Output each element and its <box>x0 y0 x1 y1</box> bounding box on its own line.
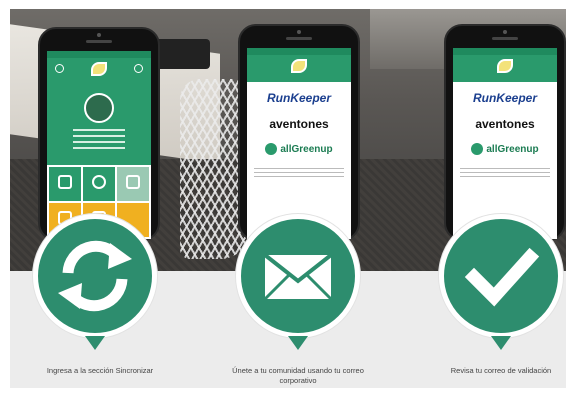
app-header <box>453 48 557 82</box>
tile-sync[interactable] <box>83 167 115 201</box>
allgreenup-logo-text: allGreenup <box>280 144 333 155</box>
aventones-logo-text: aventones <box>475 117 535 131</box>
fine-print <box>460 168 550 180</box>
fine-print <box>254 168 344 180</box>
earpiece <box>86 40 112 43</box>
phone-screen: RunKeeper aventones allGreenup <box>453 48 557 239</box>
tile-recycle[interactable] <box>49 167 81 201</box>
aventones-logo[interactable]: aventones <box>251 114 347 134</box>
sync-icon <box>92 175 106 189</box>
front-camera <box>297 30 301 34</box>
step-sync-bubble <box>33 214 157 350</box>
earpiece <box>492 37 518 40</box>
step-caption-verify: Revisa tu correo de validación <box>450 366 552 375</box>
phone-screen: RunKeeper aventones allGreenup <box>247 48 351 239</box>
allgreenup-icon <box>265 143 278 156</box>
checkmark-icon <box>464 247 540 307</box>
step-envelope-bubble <box>236 214 360 350</box>
allgreenup-logo[interactable]: allGreenup <box>251 140 347 160</box>
app-header <box>247 48 351 82</box>
app-logo-icon <box>291 59 307 73</box>
sync-icon <box>58 240 132 312</box>
phone-verify: RunKeeper aventones allGreenup <box>444 24 566 241</box>
app-logo-icon <box>497 59 513 73</box>
step-caption-sync: Ingresa a la sección Sincronizar <box>46 366 154 375</box>
status-bar <box>47 51 151 58</box>
info-icon[interactable] <box>55 64 64 73</box>
envelope-icon <box>263 253 333 301</box>
earpiece <box>286 37 312 40</box>
allgreenup-icon <box>471 143 484 156</box>
allgreenup-logo-text: allGreenup <box>486 144 539 155</box>
recycle-icon <box>58 175 72 189</box>
profile-panel <box>47 85 151 165</box>
front-camera <box>97 33 101 37</box>
status-bar <box>453 48 557 55</box>
runkeeper-logo[interactable]: RunKeeper <box>457 88 553 108</box>
front-camera <box>503 30 507 34</box>
phone-partners: RunKeeper aventones allGreenup <box>238 24 360 241</box>
app-logo-icon <box>91 62 107 76</box>
help-icon[interactable] <box>134 64 143 73</box>
phone-icon <box>126 175 140 189</box>
step-caption-join: Únete a tu comunidad usando tu correo co… <box>232 366 364 385</box>
aventones-logo-text: aventones <box>269 117 329 131</box>
runkeeper-logo[interactable]: RunKeeper <box>251 88 347 108</box>
profile-stats <box>73 129 125 153</box>
avatar[interactable] <box>84 93 114 123</box>
tile-phone[interactable] <box>117 167 149 201</box>
step-check-bubble <box>439 214 563 350</box>
status-bar <box>247 48 351 55</box>
allgreenup-logo[interactable]: allGreenup <box>457 140 553 160</box>
phone-sync <box>38 27 160 241</box>
aventones-logo[interactable]: aventones <box>457 114 553 134</box>
app-header <box>47 51 151 85</box>
phone-screen <box>47 51 151 239</box>
